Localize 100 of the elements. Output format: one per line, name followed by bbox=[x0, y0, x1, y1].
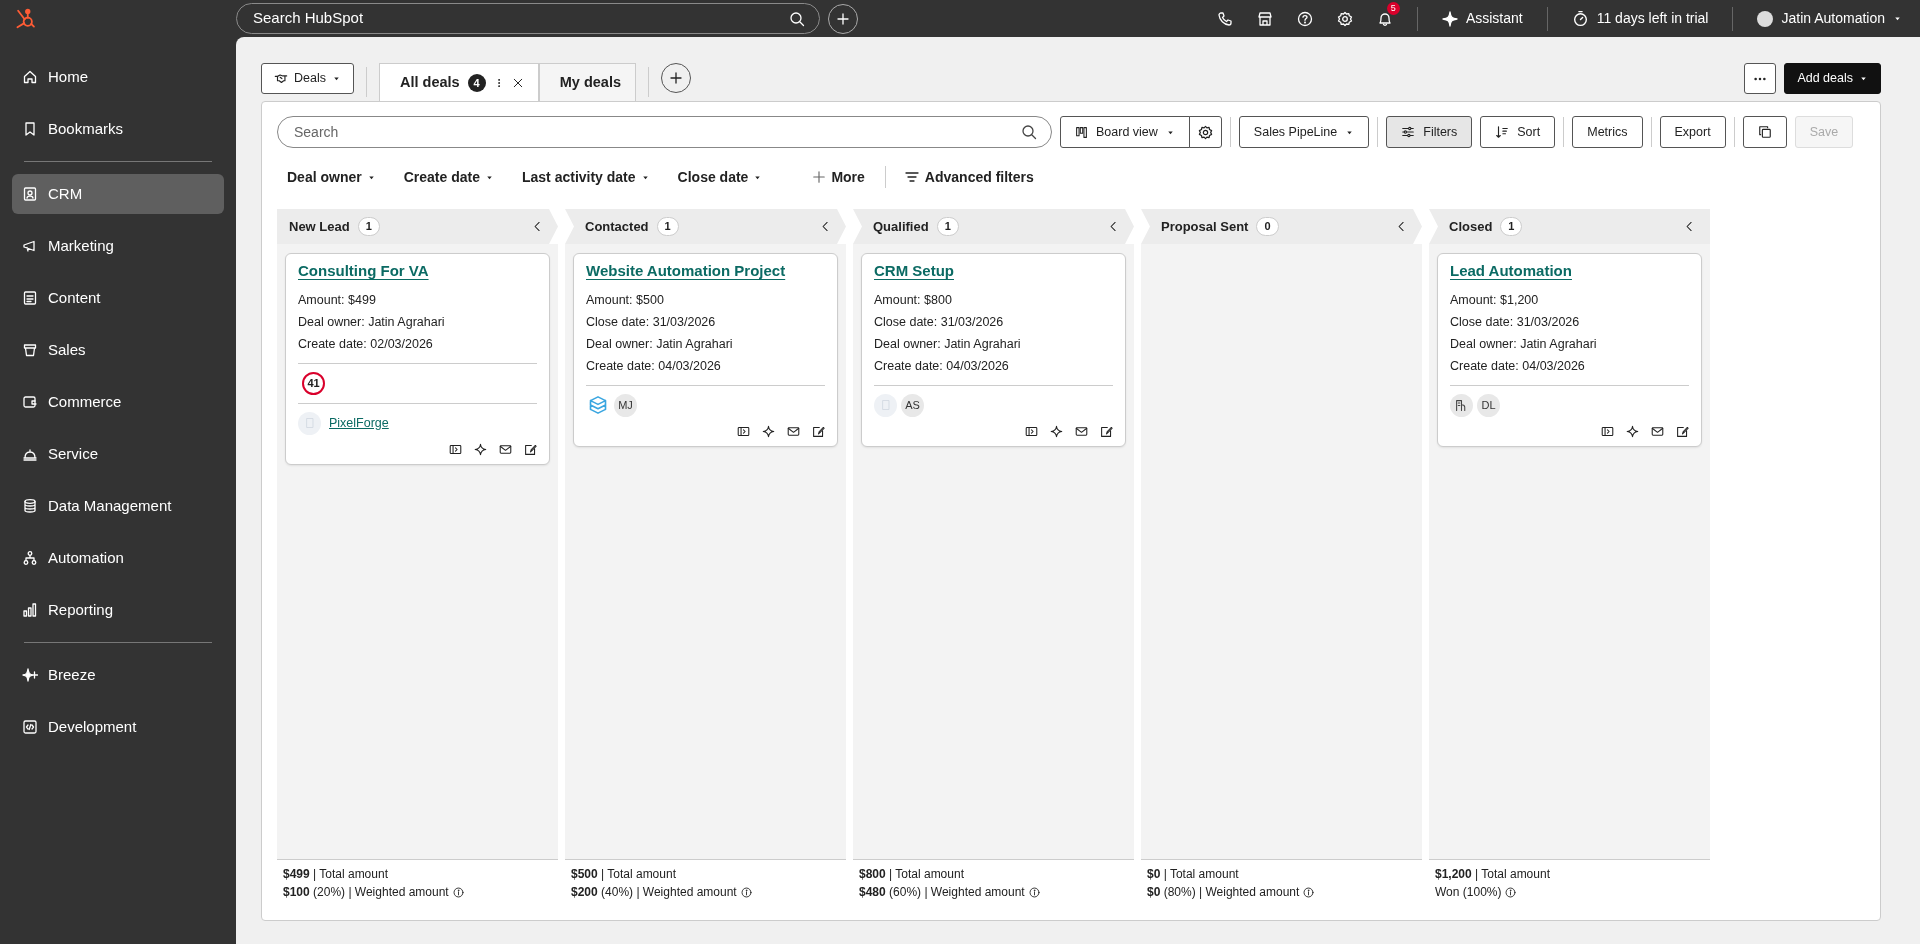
preview-icon[interactable] bbox=[449, 442, 462, 456]
database-icon bbox=[22, 498, 38, 514]
sidebar-item[interactable]: Commerce bbox=[12, 382, 224, 422]
account-menu[interactable]: Jatin Automation bbox=[1757, 8, 1902, 29]
info-icon[interactable] bbox=[1028, 886, 1040, 898]
clone-button[interactable] bbox=[1742, 116, 1787, 148]
sidebar-item[interactable]: Content bbox=[12, 278, 224, 318]
filter-icon bbox=[903, 169, 920, 185]
deal-title-link[interactable]: Lead Automation bbox=[1450, 260, 1572, 283]
board-settings-button[interactable] bbox=[1188, 116, 1222, 148]
deal-field: Amount: $800 bbox=[874, 288, 1113, 311]
filter-dropdown[interactable]: Create date bbox=[403, 166, 494, 188]
sidebar-item[interactable]: Automation bbox=[12, 538, 224, 578]
deal-field: Create date: 02/03/2026 bbox=[298, 332, 537, 355]
more-button[interactable] bbox=[1744, 63, 1777, 94]
plus-icon bbox=[668, 70, 684, 86]
company-link[interactable]: PixelForge bbox=[329, 413, 389, 433]
count-badge: 1 bbox=[656, 217, 679, 236]
deal-field: Create date: 04/03/2026 bbox=[874, 354, 1113, 377]
close-icon[interactable] bbox=[511, 77, 524, 89]
add-deals-button[interactable]: Add deals bbox=[1784, 63, 1881, 94]
sidebar-item[interactable]: Bookmarks bbox=[12, 109, 224, 149]
search-field[interactable]: Search HubSpot bbox=[236, 3, 820, 34]
sparkle-icon[interactable] bbox=[1626, 424, 1639, 438]
contact-avatar: AS bbox=[901, 393, 924, 417]
trial-button[interactable]: 11 days left in trial bbox=[1571, 8, 1709, 29]
total-amount-text: $800 | Total amount bbox=[859, 866, 965, 883]
info-icon[interactable] bbox=[1505, 886, 1517, 898]
help-icon[interactable] bbox=[1296, 10, 1313, 27]
view-tab[interactable]: All deals 4 bbox=[378, 63, 539, 102]
more-filters-button[interactable]: More bbox=[812, 166, 865, 188]
board-icon bbox=[1075, 125, 1088, 139]
sidebar-item[interactable]: Sales bbox=[12, 330, 224, 370]
weighted-amount-text: Won (100%) bbox=[1435, 884, 1502, 901]
store-icon[interactable] bbox=[1256, 10, 1273, 27]
toolbar-button[interactable]: Metrics bbox=[1572, 116, 1643, 148]
info-icon[interactable] bbox=[740, 886, 752, 898]
note-icon[interactable] bbox=[1100, 424, 1113, 438]
deal-field: Amount: $499 bbox=[298, 288, 537, 311]
view-tab[interactable]: My deals bbox=[538, 63, 636, 101]
deal-field: Create date: 04/03/2026 bbox=[1450, 354, 1689, 377]
sparkle-icon bbox=[1441, 10, 1458, 27]
view-dropdown[interactable]: Board view bbox=[1060, 116, 1190, 148]
sidebar-item[interactable]: Home bbox=[12, 57, 224, 97]
mail-icon[interactable] bbox=[787, 424, 800, 438]
preview-icon[interactable] bbox=[737, 424, 750, 438]
phone-icon[interactable] bbox=[1216, 10, 1233, 27]
sort-button[interactable]: Sort bbox=[1480, 116, 1556, 148]
copy-icon bbox=[1757, 125, 1772, 139]
caret-icon bbox=[331, 74, 341, 83]
toolbar-button[interactable]: Export bbox=[1659, 116, 1726, 148]
stage-name: Qualified bbox=[873, 217, 929, 236]
user-avatar bbox=[1757, 10, 1774, 27]
sliders-icon bbox=[1401, 125, 1416, 139]
deal-field: Create date: 04/03/2026 bbox=[586, 354, 825, 377]
sidebar-item[interactable]: Development bbox=[12, 707, 224, 747]
megaphone-icon bbox=[22, 238, 38, 254]
sparkle-icon[interactable] bbox=[474, 442, 487, 456]
document-icon bbox=[22, 290, 38, 306]
deal-title-link[interactable]: Website Automation Project bbox=[586, 260, 786, 283]
mail-icon[interactable] bbox=[1075, 424, 1088, 438]
pipeline-dropdown[interactable]: Sales PipeLine bbox=[1238, 116, 1370, 148]
sparkle-icon[interactable] bbox=[762, 424, 775, 438]
filters-button[interactable]: Filters bbox=[1386, 116, 1473, 148]
assistant-button[interactable]: Assistant bbox=[1441, 8, 1523, 29]
sparkle-icon[interactable] bbox=[1050, 424, 1063, 438]
sparkle-icon bbox=[22, 667, 38, 683]
search-icon bbox=[1021, 124, 1037, 140]
deal-field: Deal owner: Jatin Agrahari bbox=[586, 332, 825, 355]
filter-dropdown[interactable]: Close date bbox=[677, 166, 763, 188]
object-dropdown[interactable]: Deals bbox=[261, 63, 354, 94]
sidebar-item[interactable]: Data Management bbox=[12, 486, 224, 526]
note-icon[interactable] bbox=[1676, 424, 1689, 438]
info-icon[interactable] bbox=[1303, 886, 1315, 898]
deal-field: Amount: $500 bbox=[586, 288, 825, 311]
weighted-amount-text: $0 (80%) | Weighted amount bbox=[1147, 884, 1300, 901]
layers-logo-icon bbox=[588, 395, 608, 415]
advanced-filters-button[interactable]: Advanced filters bbox=[903, 166, 1034, 188]
mail-icon[interactable] bbox=[499, 442, 512, 456]
note-icon[interactable] bbox=[812, 424, 825, 438]
preview-icon[interactable] bbox=[1601, 424, 1614, 438]
cup-icon bbox=[22, 342, 38, 358]
deal-title-link[interactable]: Consulting For VA bbox=[298, 260, 429, 283]
mail-icon[interactable] bbox=[1651, 424, 1664, 438]
handshake-icon bbox=[274, 71, 288, 86]
logo-icon[interactable] bbox=[14, 7, 36, 30]
note-icon[interactable] bbox=[524, 442, 537, 456]
sidebar-item[interactable]: Reporting bbox=[12, 590, 224, 630]
filter-dropdown[interactable]: Deal owner bbox=[287, 166, 376, 188]
sidebar-item[interactable]: Service bbox=[12, 434, 224, 474]
deal-title-link[interactable]: CRM Setup bbox=[874, 260, 954, 283]
sidebar-item[interactable]: Breeze bbox=[12, 655, 224, 695]
info-icon[interactable] bbox=[452, 886, 464, 898]
search-input[interactable]: Search HubSpot bbox=[251, 6, 789, 31]
sidebar-item[interactable]: CRM bbox=[12, 174, 224, 214]
preview-icon[interactable] bbox=[1025, 424, 1038, 438]
sidebar-item[interactable]: Marketing bbox=[12, 226, 224, 266]
search-icon[interactable] bbox=[789, 10, 805, 27]
settings-icon[interactable] bbox=[1336, 10, 1353, 27]
filter-dropdown[interactable]: Last activity date bbox=[521, 166, 650, 188]
